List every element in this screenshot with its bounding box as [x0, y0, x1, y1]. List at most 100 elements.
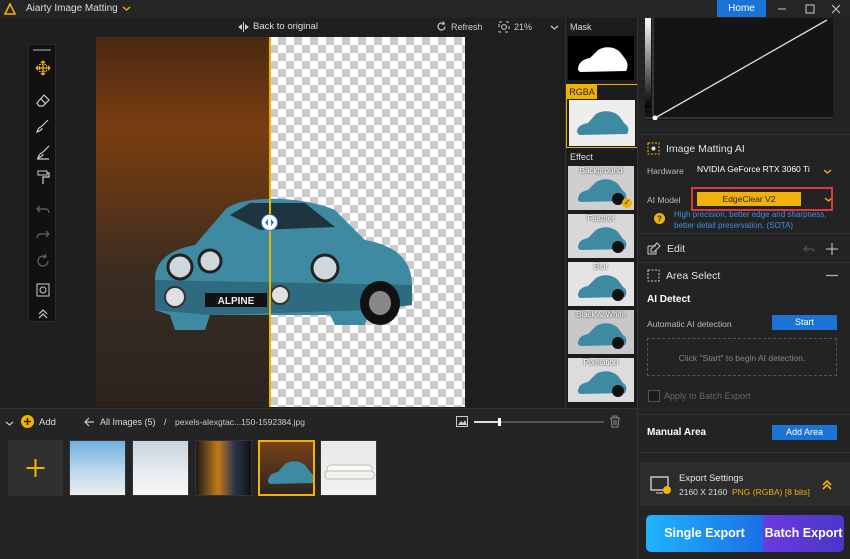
effect-column: Mask RGBA Effect Background ✓ Feather Blur B…	[565, 18, 638, 408]
collapse-tray-icon[interactable]	[5, 419, 14, 428]
ai-model-highlight-box	[691, 187, 833, 211]
plus-icon	[26, 459, 45, 477]
divider	[638, 452, 850, 453]
apply-batch-checkbox[interactable]	[648, 390, 660, 402]
redo-icon[interactable]	[35, 227, 51, 243]
ai-model-label: AI Model	[647, 195, 681, 205]
edit-undo-icon[interactable]	[803, 243, 815, 255]
mask-thumbnail[interactable]	[568, 36, 634, 80]
export-settings-title: Export Settings	[679, 473, 744, 484]
svg-text:?: ?	[657, 215, 662, 224]
add-circle-icon[interactable]	[21, 415, 34, 428]
add-image-tile[interactable]	[8, 440, 63, 496]
rgba-thumbnail	[569, 100, 635, 146]
hardware-select[interactable]: NVIDIA GeForce RTX 3060 Ti	[697, 164, 810, 174]
back-to-original-button[interactable]: Back to original	[238, 21, 318, 32]
palette-grip[interactable]	[33, 49, 51, 51]
divider	[638, 134, 850, 135]
export-settings-icon	[650, 476, 671, 494]
image-matting-header: Image Matting AI	[647, 142, 745, 155]
close-icon[interactable]	[829, 2, 843, 16]
license-plate: ALPINE	[218, 296, 255, 307]
effect-thumb-label: Pixelation	[583, 358, 619, 367]
thumb-car[interactable]	[258, 440, 315, 496]
divider	[638, 262, 850, 263]
batch-export-button[interactable]: Batch Export	[763, 515, 844, 552]
car-subject-image: ALPINE	[155, 198, 412, 330]
refresh-icon	[437, 21, 446, 31]
effect-thumb-label: Black & White	[576, 310, 626, 319]
help-icon: ?	[654, 213, 665, 224]
chevron-down-icon[interactable]	[122, 4, 131, 13]
home-button[interactable]: Home	[717, 0, 766, 17]
collapse-minus-icon[interactable]	[826, 274, 838, 277]
thumb-group-jump[interactable]	[132, 440, 189, 496]
area-select-title: Area Select	[666, 269, 721, 282]
rgba-label: RGBA	[567, 85, 597, 99]
move-tool-icon[interactable]	[35, 60, 51, 76]
minimize-icon[interactable]	[775, 2, 789, 16]
add-images-label[interactable]: Add	[39, 417, 56, 428]
eraser-tool-icon[interactable]	[35, 92, 51, 108]
export-format: PNG (RGBA) [8 bits]	[731, 487, 810, 497]
add-area-button[interactable]: Add Area	[772, 425, 837, 440]
slider-fill	[474, 421, 499, 423]
expand-up-icon[interactable]	[820, 478, 834, 492]
apply-batch-label: Apply to Batch Export	[664, 391, 751, 401]
app-title: Aiarty Image Matting	[26, 3, 118, 14]
rgba-preview-selected[interactable]: RGBA	[566, 84, 638, 148]
divider	[638, 414, 850, 415]
hardware-label: Hardware	[647, 166, 684, 176]
manual-area-title: Manual Area	[647, 427, 707, 438]
export-size: 2160 X 2160	[679, 487, 728, 497]
expand-plus-icon[interactable]	[826, 243, 838, 255]
detect-hint-box: Click "Start" to begin AI detection.	[647, 338, 837, 376]
split-arrows-icon	[265, 219, 274, 226]
slider-knob[interactable]	[497, 418, 501, 426]
effect-thumb-pixelation[interactable]: Pixelation	[568, 358, 634, 402]
selected-check-icon: ✓	[622, 198, 632, 208]
brush-tool-icon[interactable]	[35, 118, 51, 134]
ai-model-description: High precision, better edge and sharpnes…	[674, 210, 827, 230]
effect-thumb-black-white[interactable]: Black & White	[568, 310, 634, 354]
thumb-snow-jump[interactable]	[69, 440, 126, 496]
breadcrumb-current-file: pexels-alexgtac...150-1592384.jpg	[175, 417, 305, 427]
levels-curve[interactable]	[645, 18, 833, 120]
edit-header[interactable]: Edit	[647, 242, 685, 255]
fit-screen-icon[interactable]	[35, 282, 51, 298]
edit-icon	[647, 242, 661, 255]
zoom-chevron-icon	[550, 25, 559, 30]
maximize-icon[interactable]	[803, 2, 817, 16]
refresh-button[interactable]: Refresh	[436, 21, 483, 32]
effect-thumb-blur[interactable]: Blur	[568, 262, 634, 306]
area-select-header[interactable]: Area Select	[647, 269, 720, 282]
effect-thumb-background[interactable]: Background ✓	[568, 166, 634, 210]
effect-thumb-label: Background	[579, 166, 623, 175]
compare-split-handle[interactable]	[261, 214, 278, 231]
image-matting-title: Image Matting AI	[666, 142, 745, 155]
undo-icon[interactable]	[35, 202, 51, 218]
zoom-value: 21%	[514, 22, 533, 32]
refine-brush-icon[interactable]	[35, 144, 51, 160]
mask-label: Mask	[570, 22, 592, 32]
single-export-button[interactable]: Single Export	[646, 515, 763, 552]
thumb-woman[interactable]	[195, 440, 252, 496]
divider	[638, 233, 850, 234]
paint-roller-icon[interactable]	[35, 169, 51, 185]
ai-detect-title: AI Detect	[647, 294, 691, 305]
reset-icon[interactable]	[35, 253, 51, 269]
tool-palette	[28, 44, 56, 322]
effect-thumb-label: Feather	[587, 214, 615, 223]
hardware-chevron-icon[interactable]	[823, 167, 832, 176]
back-arrow-icon[interactable]	[84, 417, 94, 427]
breadcrumb-all-images[interactable]: All Images (5)	[100, 417, 156, 427]
start-detect-button[interactable]: Start	[772, 315, 837, 330]
export-settings-meta: 2160 X 2160 PNG (RGBA) [8 bits]	[679, 487, 810, 497]
thumbnail-size-icon	[456, 416, 468, 427]
thumb-sofa[interactable]	[320, 440, 377, 496]
matting-ai-icon	[647, 142, 660, 155]
trash-icon[interactable]	[609, 415, 621, 428]
collapse-up-icon[interactable]	[35, 306, 51, 322]
zoom-control[interactable]: 21%	[498, 21, 559, 33]
effect-thumb-feather[interactable]: Feather	[568, 214, 634, 258]
